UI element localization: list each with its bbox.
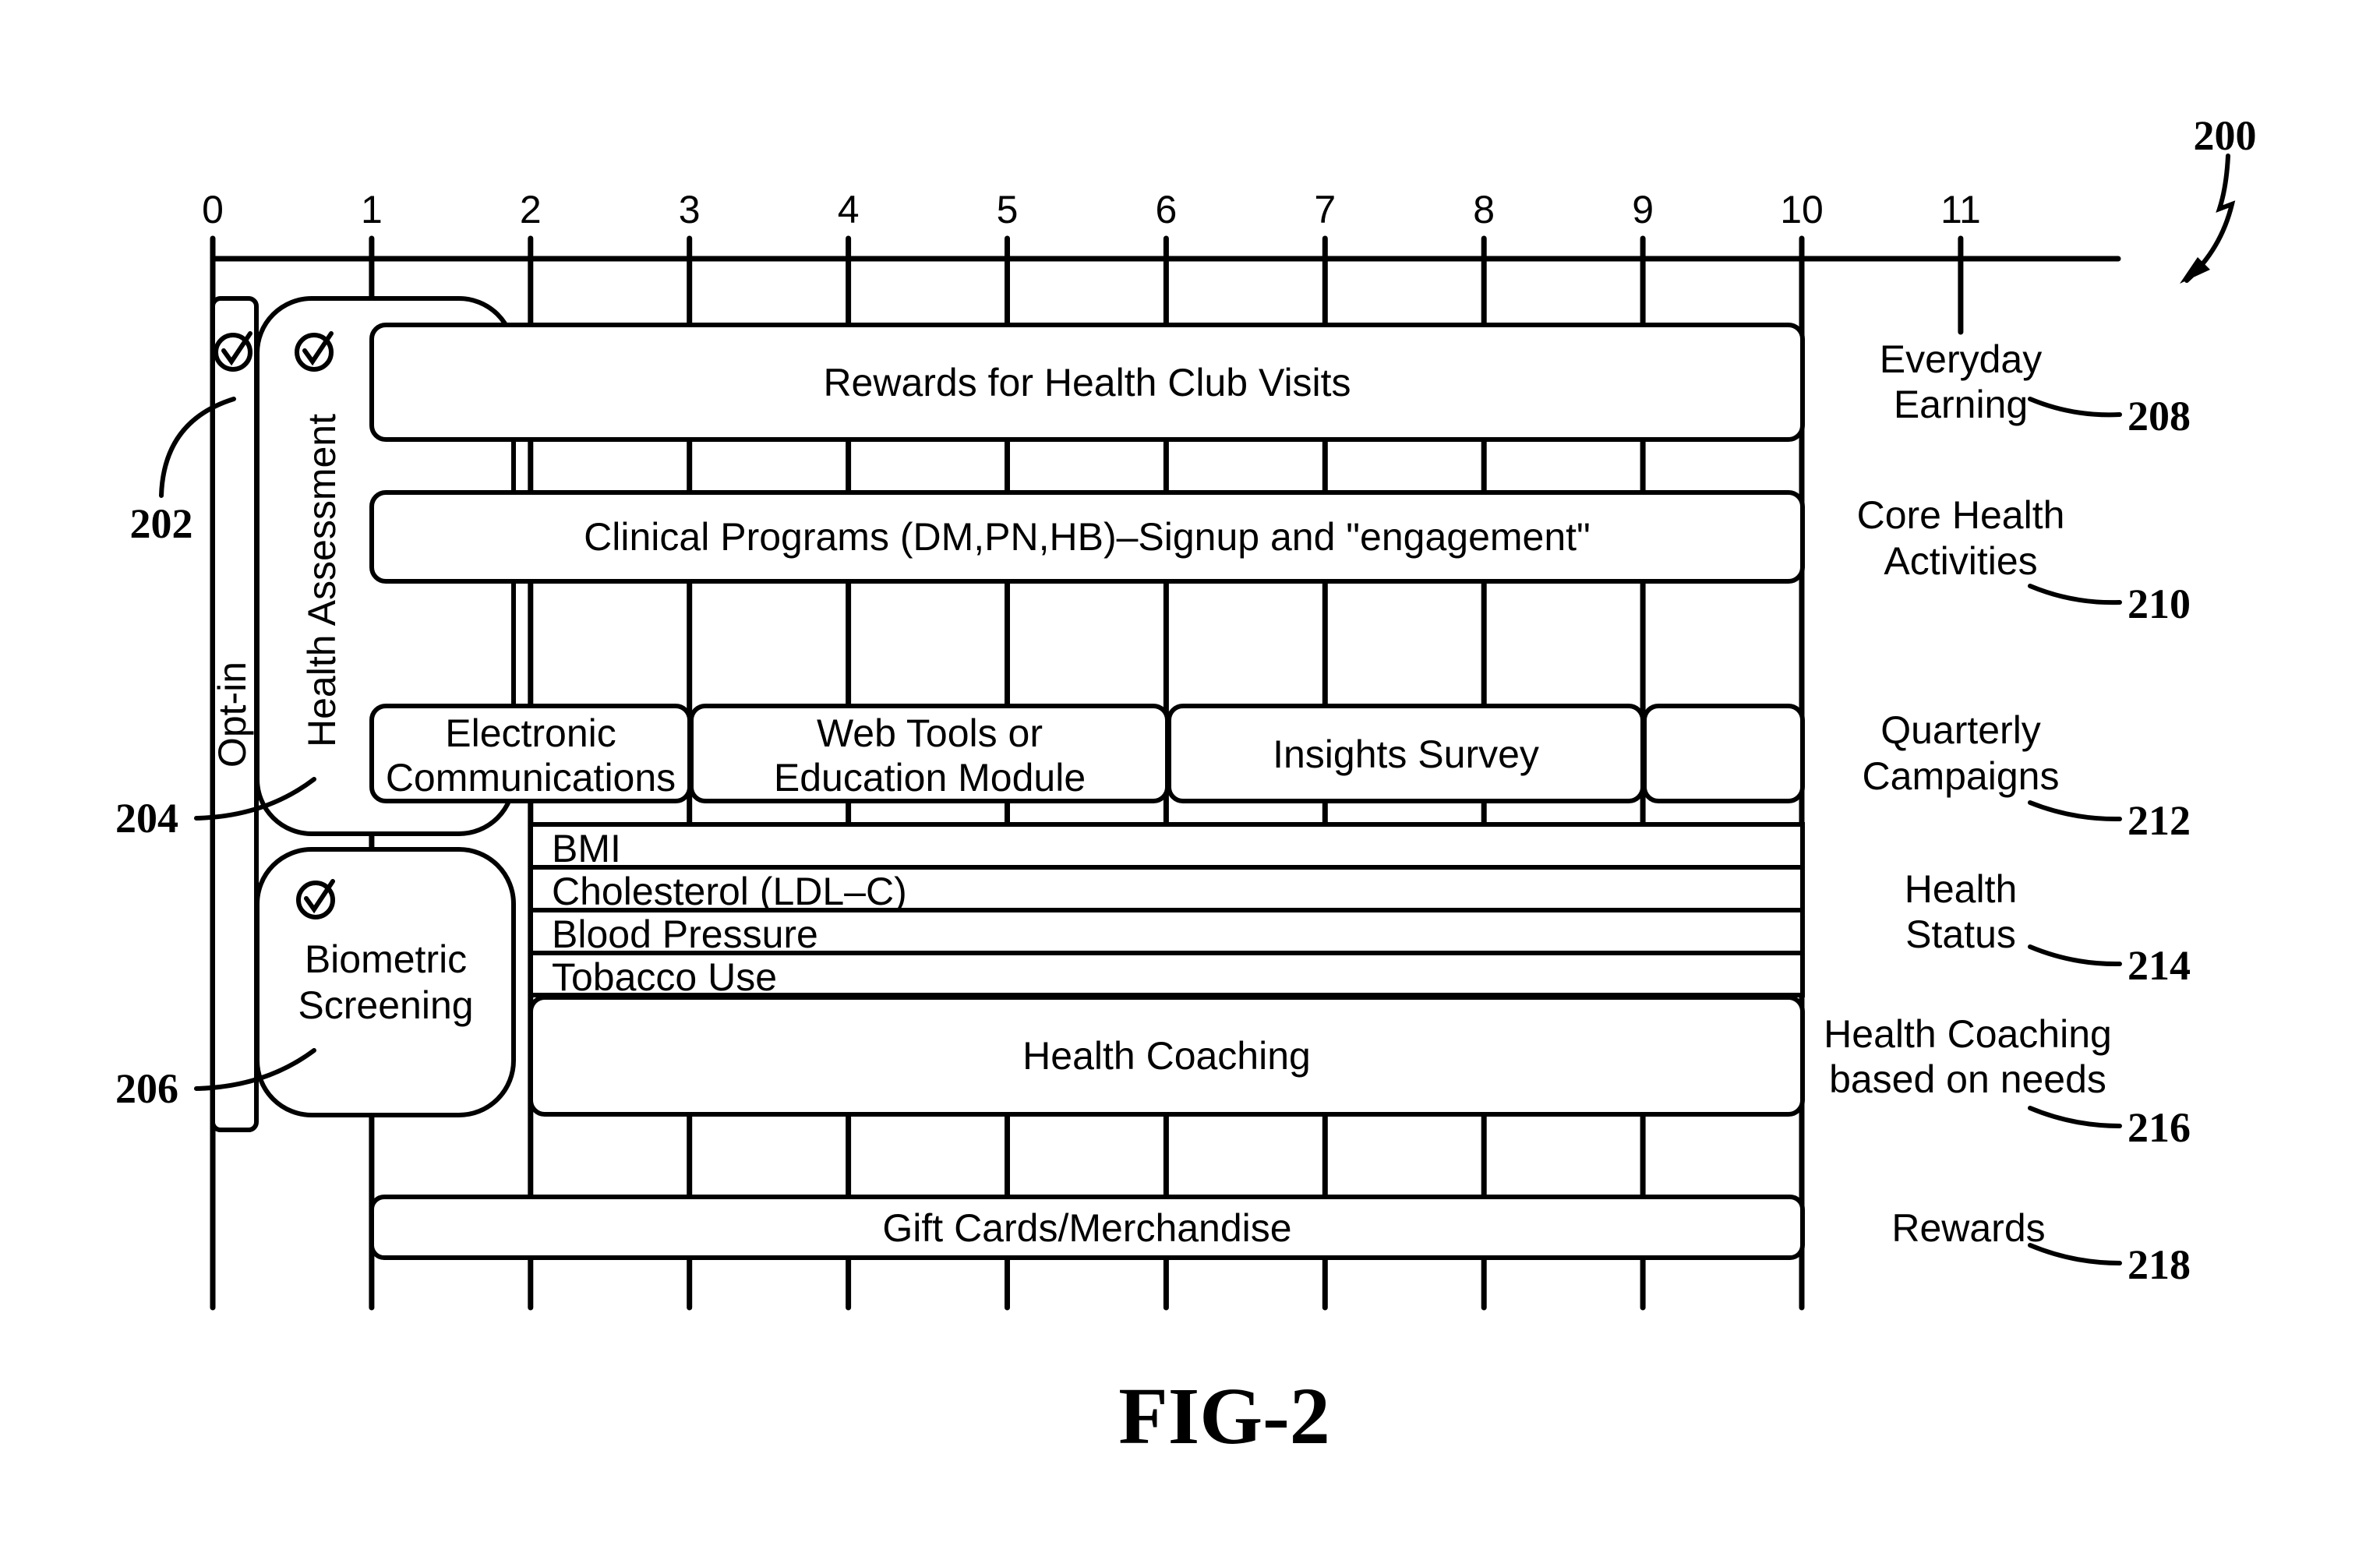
health-coaching-label: Health Coaching (1022, 1034, 1311, 1078)
axis-tick-label: 10 (1780, 188, 1824, 231)
web-tools-line-1: Web Tools or (817, 711, 1043, 755)
web-tools-line-2: Education Module (774, 756, 1086, 799)
row-core-health: Clinical Programs (DM,PN,HB)–Signup and … (369, 490, 1805, 584)
category-rewards-line-1: Rewards (1891, 1206, 2045, 1250)
electronic-communications-line-1: Electronic (445, 711, 616, 755)
ref-208: 208 (2128, 393, 2191, 439)
biometric-screening-frame (255, 847, 516, 1117)
category-everyday-line-2: Earning (1894, 383, 2028, 426)
leader-214 (2028, 944, 2122, 967)
electronic-communications-line-2: Communications (386, 756, 676, 799)
clinical-programs-label: Clinical Programs (DM,PN,HB)–Signup and … (584, 515, 1591, 559)
ref-204: 204 (115, 795, 178, 842)
blood-pressure-label: Blood Pressure (552, 912, 818, 956)
axis-tick-label: 5 (997, 188, 1019, 231)
axis-tick-label: 11 (1940, 188, 1981, 231)
timeline-axis: 0 1 2 3 4 5 6 7 8 9 10 11 (202, 188, 2121, 262)
opt-in-bar: Opt-in (210, 296, 259, 1132)
leader-216 (2028, 1106, 2122, 1128)
patent-figure: 0 1 2 3 4 5 6 7 8 9 10 11 Opt-in Health Assessment … (115, 112, 2257, 1461)
figure-reference: 200 (2180, 112, 2257, 284)
category-health-status-line-2: Status (1905, 912, 2016, 956)
axis-tick-label: 0 (202, 188, 224, 231)
axis-tick-label: 4 (838, 188, 860, 231)
category-coaching-line-2: based on needs (1829, 1057, 2106, 1101)
axis-ticks: 0 1 2 3 4 5 6 7 8 9 10 11 (202, 188, 1981, 262)
ref-214: 214 (2128, 942, 2191, 989)
gift-cards-label: Gift Cards/Merchandise (882, 1206, 1291, 1250)
ref-202: 202 (130, 500, 193, 547)
axis-tick-label: 3 (679, 188, 701, 231)
leader-210 (2028, 584, 2122, 605)
ref-206: 206 (115, 1065, 178, 1112)
row-health-coaching: Health Coaching (528, 995, 1805, 1117)
biometric-label-line-1: Biometric (305, 937, 467, 981)
tobacco-use-label: Tobacco Use (552, 955, 777, 999)
biometric-label-line-2: Screening (298, 983, 473, 1027)
axis-tick-label: 6 (1155, 188, 1177, 231)
category-core-line-2: Activities (1884, 539, 2037, 583)
insights-survey-label: Insights Survey (1273, 732, 1539, 776)
row-quarterly-campaigns: Electronic Communications Web Tools or E… (369, 704, 1805, 803)
arrow-200-shaft (2184, 154, 2236, 283)
cholesterol-label: Cholesterol (LDL–C) (552, 870, 907, 913)
axis-tick-label: 7 (1314, 188, 1336, 231)
axis-tick-label: 8 (1473, 188, 1495, 231)
leader-212 (2028, 800, 2122, 822)
ref-210: 210 (2128, 581, 2191, 627)
axis-tick-label: 2 (520, 188, 542, 231)
figure-caption: FIG-2 (1118, 1371, 1330, 1461)
category-quarterly-line-2: Campaigns (1863, 754, 2060, 798)
ref-212: 212 (2128, 797, 2191, 844)
category-health-status-line-1: Health (1905, 867, 2018, 911)
empty-campaign-box (1642, 704, 1805, 803)
health-assessment-label: Health Assessment (300, 414, 344, 747)
row-everyday-earning: Rewards for Health Club Visits (369, 323, 1805, 442)
bmi-row (528, 822, 1805, 870)
category-labels: Everyday Earning Core Health Activities … (1824, 337, 2112, 1250)
category-coaching-line-1: Health Coaching (1824, 1012, 2112, 1056)
opt-in-label: Opt-in (210, 662, 254, 768)
axis-tick-label: 1 (361, 188, 383, 231)
ref-218: 218 (2128, 1241, 2191, 1288)
ref-216: 216 (2128, 1104, 2191, 1151)
ref-200: 200 (2194, 112, 2257, 159)
rewards-health-club-label: Rewards for Health Club Visits (823, 361, 1351, 404)
bmi-label: BMI (552, 827, 621, 870)
category-quarterly-line-1: Quarterly (1880, 708, 2041, 752)
row-rewards: Gift Cards/Merchandise (369, 1195, 1805, 1260)
leader-218 (2028, 1243, 2122, 1265)
row-health-status: BMI Cholesterol (LDL–C) Blood Pressure T… (528, 822, 1805, 999)
category-everyday-line-1: Everyday (1880, 337, 2042, 381)
leader-208 (2028, 397, 2122, 418)
axis-tick-label: 9 (1632, 188, 1654, 231)
biometric-screening-box: Biometric Screening (255, 847, 516, 1117)
category-core-line-1: Core Health (1857, 493, 2065, 537)
